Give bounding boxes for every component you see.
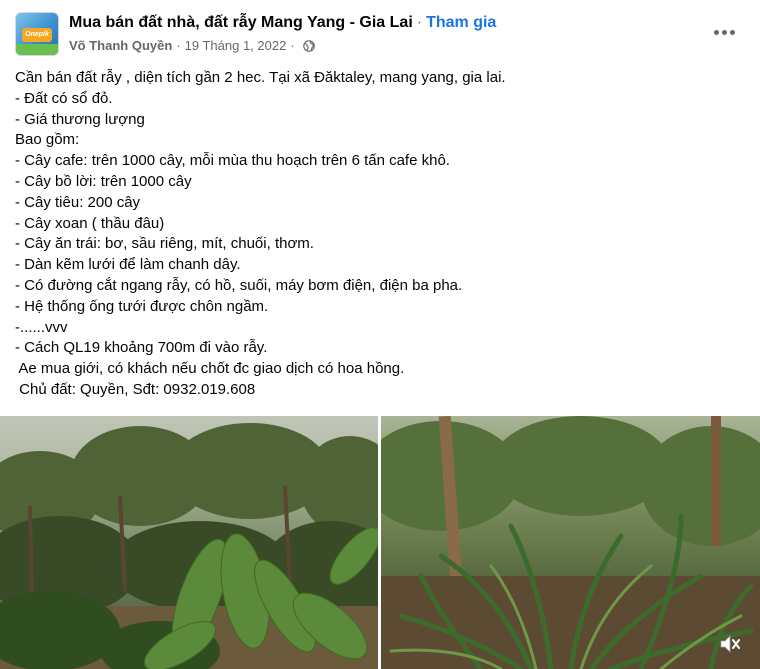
more-options-icon[interactable]: [712, 22, 736, 42]
post-date[interactable]: 19 Tháng 1, 2022: [185, 38, 287, 53]
post-line: Ae mua giới, có khách nếu chốt đc giao d…: [15, 360, 405, 378]
group-name-link[interactable]: Mua bán đất nhà, đất rẫy Mang Yang - Gia…: [69, 14, 413, 31]
post-meta: Võ Thanh Quyền · 19 Tháng 1, 2022 ·: [69, 38, 315, 53]
post-photos: [0, 416, 760, 669]
coffee-plantation-photo[interactable]: [0, 416, 378, 669]
post-line: -......vvv: [15, 318, 68, 336]
author-name[interactable]: Võ Thanh Quyền: [69, 38, 172, 53]
post-line: Bao gồm:: [15, 131, 80, 149]
meta-separator-2: ·: [290, 38, 295, 53]
avatar-logo-text: Onepik: [22, 28, 52, 42]
post-line: - Dàn kẽm lưới để làm chanh dây.: [15, 256, 241, 274]
post-line: Cần bán đất rẫy , diện tích gần 2 hec. T…: [15, 69, 506, 86]
post-line: - Cây xoan ( thầu đâu): [15, 214, 165, 232]
post-line: - Cây tiêu: 200 cây: [15, 193, 141, 211]
avatar-grass: [16, 44, 58, 55]
post-text: Cần bán đất rẫy , diện tích gần 2 hec. T…: [15, 68, 745, 401]
join-group-link[interactable]: Tham gia: [426, 14, 496, 31]
title-separator: ·: [416, 14, 423, 31]
group-avatar[interactable]: Onepik: [15, 12, 59, 56]
group-title-row: Mua bán đất nhà, đất rẫy Mang Yang - Gia…: [69, 14, 496, 32]
post-line: - Giá thương lượng: [15, 110, 145, 128]
post-line: - Cách QL19 khoảng 700m đi vào rẫy.: [15, 339, 268, 357]
post-line: - Có đường cắt ngang rẫy, có hồ, suối, m…: [15, 276, 463, 294]
meta-separator: ·: [176, 38, 181, 53]
post-line: - Cây bồ lời: trên 1000 cây: [15, 172, 192, 190]
pineapple-field-photo[interactable]: [381, 416, 760, 669]
post-line: - Hệ thống ống tưới được chôn ngầm.: [15, 297, 269, 315]
globe-icon: [302, 39, 315, 52]
post-line: - Cây cafe: trên 1000 cây, mỗi mùa thu h…: [15, 152, 450, 170]
post-line: - Đất có sổ đỏ.: [15, 89, 113, 107]
post-header: Onepik Mua bán đất nhà, đất rẫy Mang Yan…: [0, 0, 760, 64]
post-line: Chủ đất: Quyền, Sđt: 0932.019.608: [15, 380, 256, 398]
volume-mute-icon[interactable]: [718, 633, 742, 655]
post-line: - Cây ăn trái: bơ, sầu riêng, mít, chuối…: [15, 235, 314, 253]
